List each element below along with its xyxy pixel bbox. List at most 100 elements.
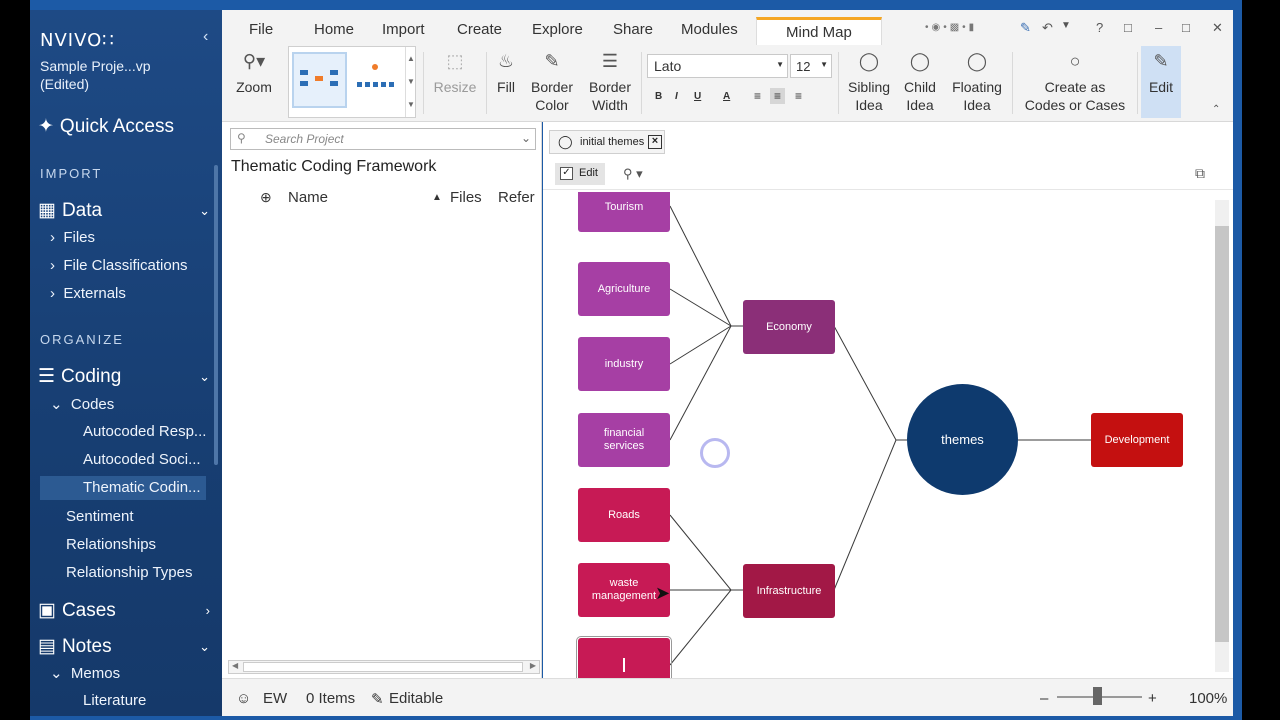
group-coding[interactable]: ☰ Coding ⌄ xyxy=(38,365,214,388)
add-column-icon[interactable]: ⊕ xyxy=(260,189,272,206)
idea-financial-services[interactable]: financial services xyxy=(578,413,670,467)
tab-explore[interactable]: Explore xyxy=(532,21,583,38)
maximize-button[interactable]: □ xyxy=(1182,20,1190,35)
chevron-down-icon[interactable]: ⌄ xyxy=(521,131,531,145)
zoom-out-button[interactable]: – xyxy=(1040,690,1048,707)
quick-toolbar-icons[interactable]: •◉•▩•▮ xyxy=(925,22,977,33)
sidebar-scrollbar[interactable] xyxy=(214,165,218,465)
idea-infrastructure[interactable]: Infrastructure xyxy=(743,564,835,618)
tab-import[interactable]: Import xyxy=(382,21,425,38)
tab-home[interactable]: Home xyxy=(314,21,354,38)
sidebar-item-file-classifications[interactable]: › File Classifications xyxy=(50,257,188,274)
group-data[interactable]: ▦ Data ⌄ xyxy=(38,199,214,222)
create-codes-cases-button[interactable]: ○ Create as Codes or Cases xyxy=(1018,52,1132,114)
italic-button[interactable]: I xyxy=(675,91,678,102)
zoom-dropdown-icon[interactable]: ⚲ ▾ xyxy=(623,166,643,182)
zoom-in-button[interactable]: + xyxy=(1148,690,1157,707)
idea-economy[interactable]: Economy xyxy=(743,300,835,354)
edit-checkbox[interactable]: ✓ Edit xyxy=(555,163,605,185)
undo-icon[interactable]: ↶ xyxy=(1042,20,1053,36)
idea-tourism[interactable]: Tourism xyxy=(578,192,670,232)
chevron-down-icon: ⌄ xyxy=(199,368,210,384)
tab-file[interactable]: File xyxy=(249,21,273,38)
border-color-button[interactable]: ✎ Border Color xyxy=(527,52,577,114)
circle-icon: ○ xyxy=(1069,51,1081,71)
fill-button[interactable]: ♨ Fill xyxy=(492,52,520,96)
main-idea-themes[interactable]: themes xyxy=(907,384,1018,495)
collapse-ribbon-icon[interactable]: ⌃ xyxy=(1212,104,1220,115)
column-header-references[interactable]: Refer xyxy=(498,189,535,206)
sidebar-item-autocoded-resp[interactable]: Autocoded Resp... xyxy=(83,423,206,440)
idea-development[interactable]: Development xyxy=(1091,413,1183,467)
edit-button-label: ✎ Edit xyxy=(1141,52,1181,96)
briefcase-icon: ▣ xyxy=(38,600,56,621)
vertical-layout-icon[interactable] xyxy=(355,62,395,92)
detail-toolbar: ✓ Edit ⚲ ▾ ⧉ xyxy=(543,160,1233,190)
tab-create[interactable]: Create xyxy=(457,21,502,38)
tab-mind-map[interactable]: Mind Map xyxy=(756,17,882,45)
align-center-button[interactable]: ≡ xyxy=(770,88,786,104)
idea-new-selected[interactable] xyxy=(576,636,672,678)
column-header-name[interactable]: Name xyxy=(288,189,328,206)
child-idea-button[interactable]: ◯ Child Idea xyxy=(897,52,943,114)
minimize-button[interactable]: – xyxy=(1155,20,1162,35)
font-size-select[interactable]: 12 ▼ xyxy=(790,54,832,78)
mind-map-canvas[interactable]: Tourism Agriculture industry financial se… xyxy=(543,192,1213,678)
gallery-scroll[interactable]: ▲ ▼ ▼ xyxy=(405,47,416,117)
pen-icon[interactable]: ✎ xyxy=(1020,20,1031,36)
sidebar-item-thematic-coding[interactable]: Thematic Codin... xyxy=(40,476,206,500)
help-icon[interactable]: ? xyxy=(1096,20,1103,35)
floating-idea-button[interactable]: ◯ Floating Idea xyxy=(947,52,1007,114)
undock-window-icon[interactable]: ⧉ xyxy=(1195,165,1205,182)
tab-modules[interactable]: Modules xyxy=(681,21,738,38)
idea-roads[interactable]: Roads xyxy=(578,488,670,542)
layout-option-horizontal[interactable] xyxy=(292,52,347,108)
idea-agriculture[interactable]: Agriculture xyxy=(578,262,670,316)
quick-access[interactable]: ✦ Quick Access xyxy=(38,115,174,138)
chevron-down-icon: ⌄ xyxy=(199,202,210,218)
sidebar-item-files[interactable]: › Files xyxy=(50,229,95,246)
floating-idea-icon: ◯ xyxy=(966,51,988,71)
sibling-idea-icon: ◯ xyxy=(858,51,880,71)
font-color-button[interactable]: A xyxy=(723,91,730,102)
horizontal-scrollbar[interactable]: ◀ ▶ xyxy=(228,660,540,674)
mouse-pointer-icon: ➤ xyxy=(655,583,671,603)
border-width-button[interactable]: ☰ Border Width xyxy=(585,52,635,114)
sidebar-item-autocoded-soci[interactable]: Autocoded Soci... xyxy=(83,451,201,468)
resize-button[interactable]: ⬚ Resize xyxy=(432,52,478,96)
chat-icon[interactable]: □ xyxy=(1124,20,1132,35)
chevron-right-icon: › xyxy=(205,603,210,618)
align-right-button[interactable]: ≡ xyxy=(795,89,802,103)
child-idea-icon: ◯ xyxy=(909,51,931,71)
sidebar-item-literature[interactable]: Literature xyxy=(83,692,146,709)
sidebar-item-relationship-types[interactable]: Relationship Types xyxy=(66,564,192,581)
magnifier-icon: ⚲▾ xyxy=(242,51,266,71)
sidebar-item-codes[interactable]: ⌄ Codes xyxy=(50,395,114,413)
collapse-sidebar-icon[interactable]: ‹ xyxy=(203,28,208,46)
group-notes[interactable]: ▤ Notes ⌄ xyxy=(38,635,214,658)
checkmark-icon: ✓ xyxy=(560,167,573,180)
align-left-button[interactable]: ≡ xyxy=(754,89,761,103)
sidebar-item-memos[interactable]: ⌄ Memos xyxy=(50,664,120,682)
sibling-idea-button[interactable]: ◯ Sibling Idea xyxy=(843,52,895,114)
document-tab[interactable]: ◯ initial themes × xyxy=(549,130,665,154)
horizontal-layout-icon xyxy=(300,70,338,86)
close-tab-button[interactable]: × xyxy=(648,135,662,149)
tab-share[interactable]: Share xyxy=(613,21,653,38)
layout-gallery[interactable]: ▲ ▼ ▼ xyxy=(288,46,416,118)
bold-button[interactable]: B xyxy=(655,91,662,102)
search-project-input[interactable]: ⚲ Search Project ⌄ xyxy=(230,128,536,150)
zoom-slider-thumb[interactable] xyxy=(1093,687,1102,705)
sidebar-item-externals[interactable]: › Externals xyxy=(50,285,126,302)
font-family-select[interactable]: Lato ▼ xyxy=(647,54,788,78)
zoom-button[interactable]: ⚲▾ Zoom xyxy=(233,52,275,96)
close-window-button[interactable]: ✕ xyxy=(1212,20,1223,36)
dropdown-icon[interactable]: ▼ xyxy=(1061,20,1071,31)
sidebar-item-sentiment[interactable]: Sentiment xyxy=(66,508,134,525)
sidebar-item-relationships[interactable]: Relationships xyxy=(66,536,156,553)
vertical-scroll-thumb[interactable] xyxy=(1215,226,1229,642)
idea-industry[interactable]: industry xyxy=(578,337,670,391)
group-cases[interactable]: ▣ Cases › xyxy=(38,599,214,622)
underline-button[interactable]: U xyxy=(694,91,701,102)
column-header-files[interactable]: Files xyxy=(450,189,482,206)
